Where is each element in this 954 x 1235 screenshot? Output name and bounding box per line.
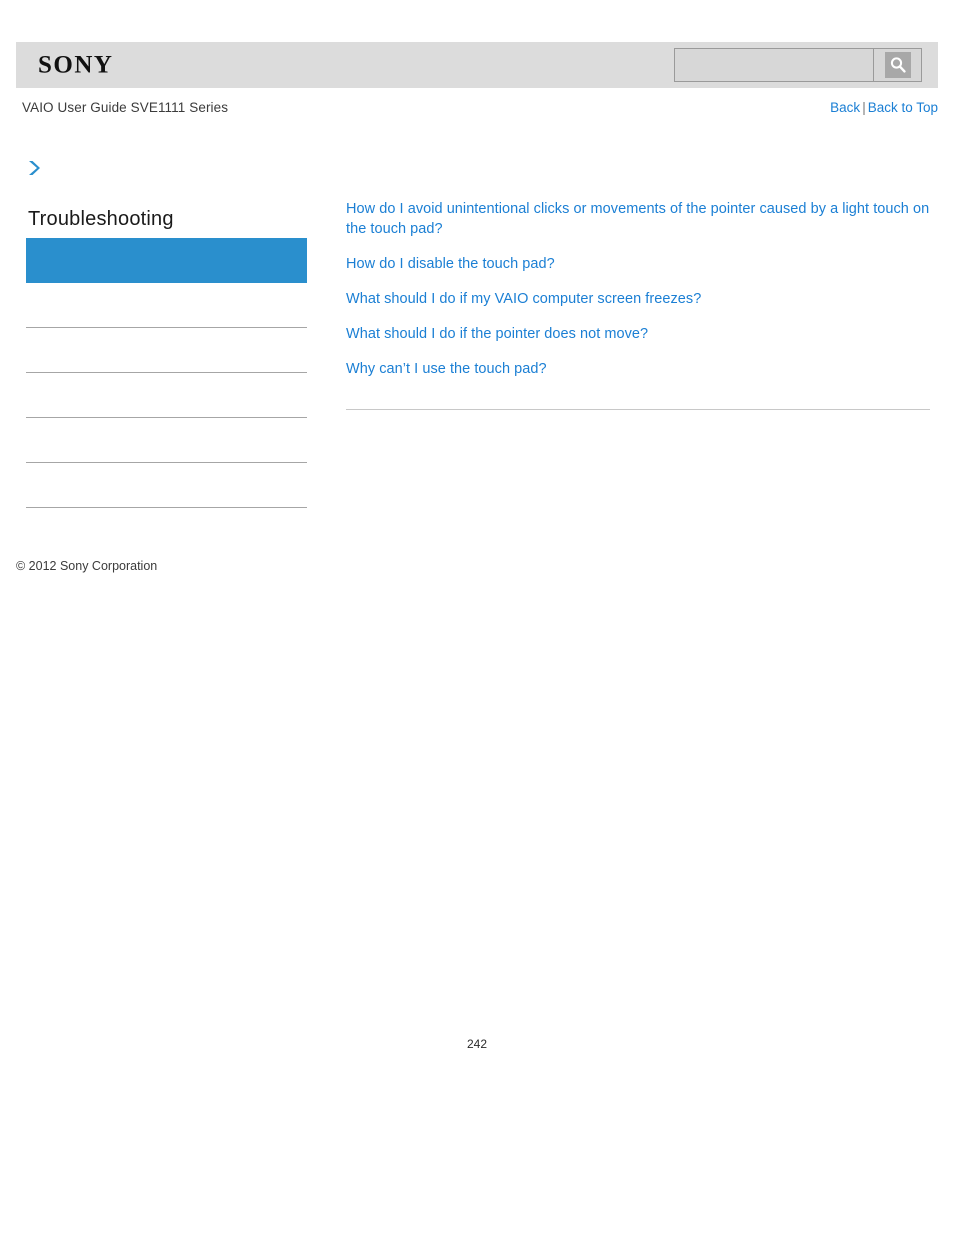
search-button[interactable]: [873, 49, 921, 81]
back-to-top-link[interactable]: Back to Top: [868, 100, 938, 115]
header-bar: SONY: [16, 42, 938, 88]
sidebar-item-selected[interactable]: [26, 238, 307, 283]
main-content: How do I avoid unintentional clicks or m…: [346, 199, 930, 410]
faq-link[interactable]: What should I do if the pointer does not…: [346, 324, 930, 344]
page-number: 242: [466, 1037, 488, 1051]
nav-separator: |: [862, 100, 866, 115]
sidebar-item[interactable]: [26, 283, 307, 328]
sidebar-item[interactable]: [26, 418, 307, 463]
sidebar-item[interactable]: [26, 373, 307, 418]
faq-link[interactable]: How do I avoid unintentional clicks or m…: [346, 199, 930, 239]
search-input[interactable]: [675, 49, 873, 81]
chevron-right-icon: [26, 158, 44, 178]
sidebar: Troubleshooting: [26, 158, 307, 508]
guide-title: VAIO User Guide SVE1111 Series: [22, 100, 229, 115]
content-divider: [346, 409, 930, 410]
copyright-notice: © 2012 Sony Corporation: [16, 559, 158, 573]
search-box[interactable]: [674, 48, 922, 82]
search-icon: [884, 52, 911, 78]
page-title: Troubleshooting: [28, 208, 174, 230]
faq-link[interactable]: How do I disable the touch pad?: [346, 254, 930, 274]
sony-logo: SONY: [38, 51, 114, 79]
faq-link[interactable]: What should I do if my VAIO computer scr…: [346, 289, 930, 309]
sidebar-item[interactable]: [26, 463, 307, 508]
sub-header: VAIO User Guide SVE1111 Series Back | Back…: [16, 100, 938, 122]
faq-link[interactable]: Why can’t I use the touch pad?: [346, 359, 930, 379]
back-link[interactable]: Back: [830, 100, 860, 115]
sidebar-item[interactable]: [26, 328, 307, 373]
header-nav-links: Back | Back to Top: [830, 100, 938, 115]
